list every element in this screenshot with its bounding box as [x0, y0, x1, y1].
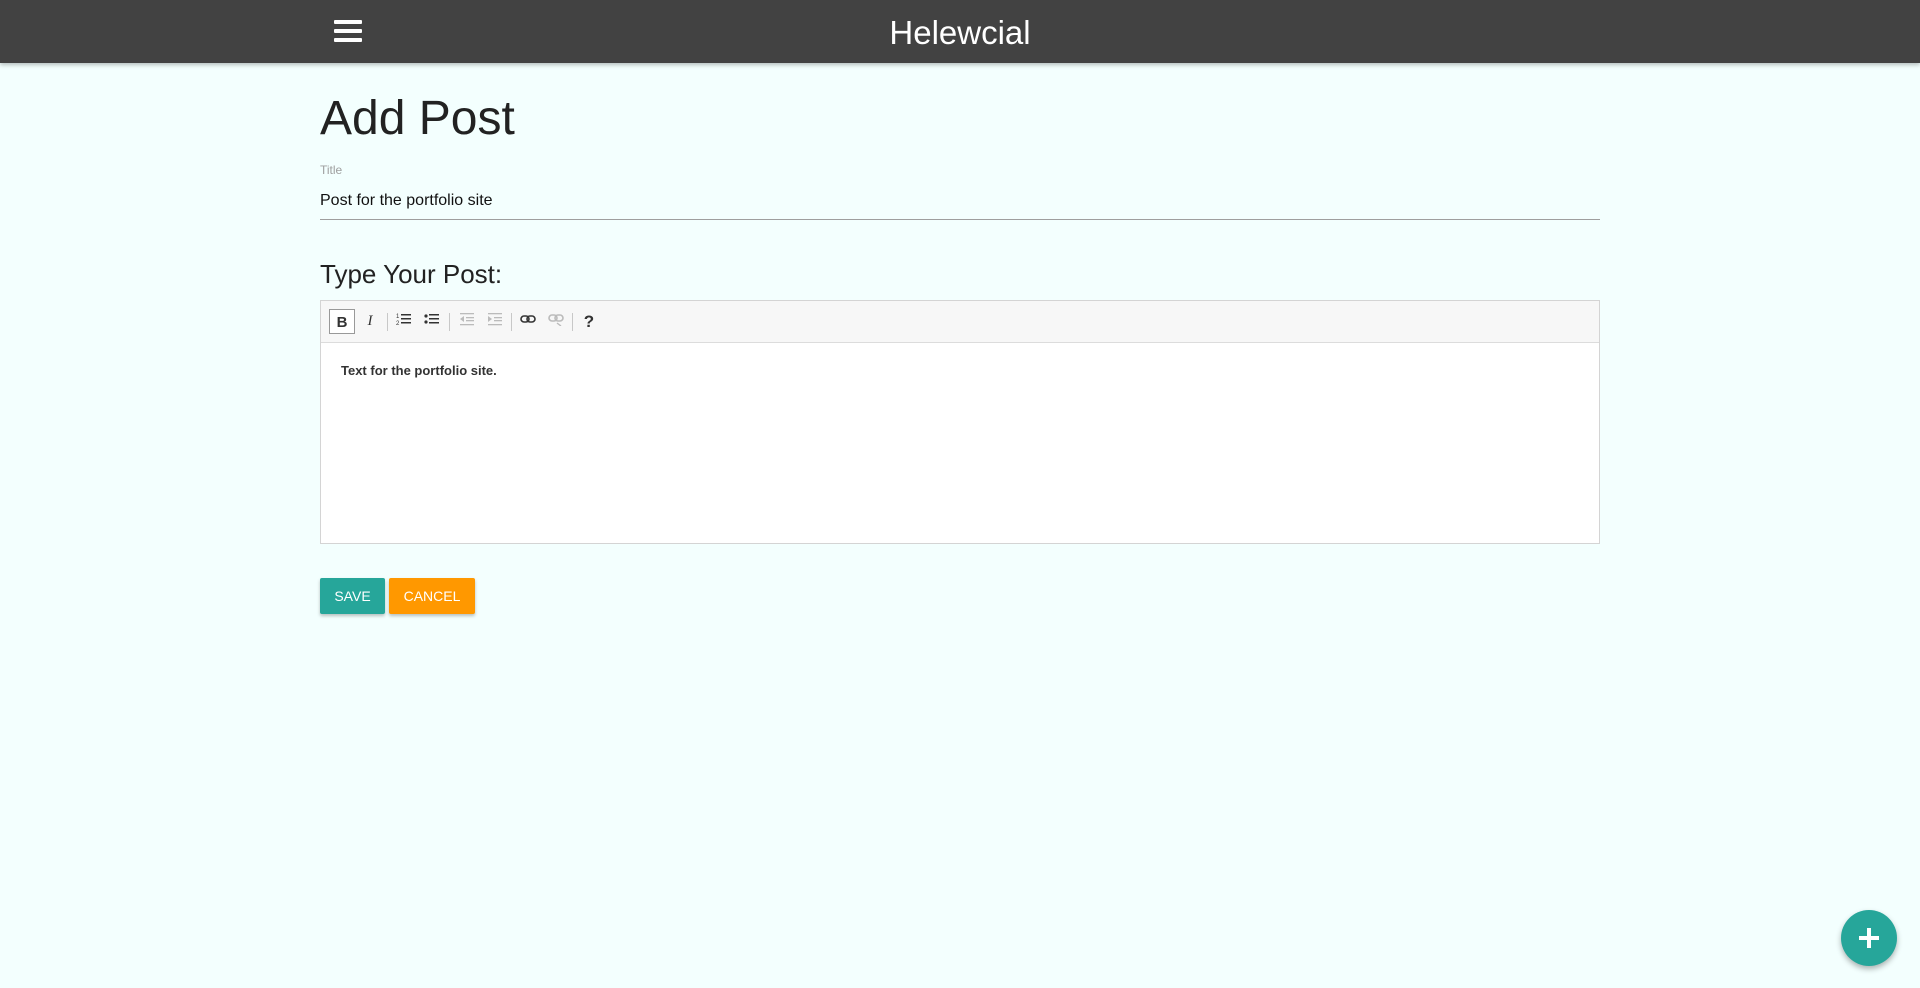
- hamburger-menu-icon[interactable]: [334, 20, 362, 42]
- top-navbar: Helewcial: [0, 0, 1920, 63]
- editor-text: Text for the portfolio site.: [341, 363, 497, 378]
- indent-icon[interactable]: [482, 309, 508, 334]
- save-button[interactable]: Save: [320, 578, 385, 614]
- editor-content-area[interactable]: Text for the portfolio site.: [321, 343, 1599, 398]
- unordered-list-icon[interactable]: [419, 309, 445, 334]
- toolbar-divider: [449, 313, 450, 331]
- title-field-label: Title: [320, 163, 343, 177]
- help-button[interactable]: ?: [576, 309, 602, 334]
- svg-text:2: 2: [396, 321, 400, 326]
- add-fab-button[interactable]: [1841, 910, 1897, 966]
- toolbar-divider: [511, 313, 512, 331]
- rich-text-editor: B I 1 2 ? Text for the portfolio site.: [320, 300, 1600, 544]
- bold-button[interactable]: B: [329, 309, 355, 334]
- ordered-list-icon[interactable]: 1 2: [391, 309, 417, 334]
- brand-title: Helewcial: [889, 14, 1031, 51]
- unlink-icon[interactable]: [543, 309, 569, 334]
- cancel-button[interactable]: Cancel: [389, 578, 475, 614]
- editor-toolbar: B I 1 2 ?: [321, 301, 1599, 343]
- plus-icon: [1859, 928, 1879, 948]
- toolbar-divider: [572, 313, 573, 331]
- toolbar-divider: [387, 313, 388, 331]
- svg-text:1: 1: [396, 314, 400, 320]
- outdent-icon[interactable]: [454, 309, 480, 334]
- italic-button[interactable]: I: [357, 309, 383, 334]
- page-title: Add Post: [320, 92, 515, 145]
- title-input[interactable]: [320, 183, 1600, 220]
- post-editor-label: Type Your Post:: [320, 259, 503, 289]
- link-icon[interactable]: [515, 309, 541, 334]
